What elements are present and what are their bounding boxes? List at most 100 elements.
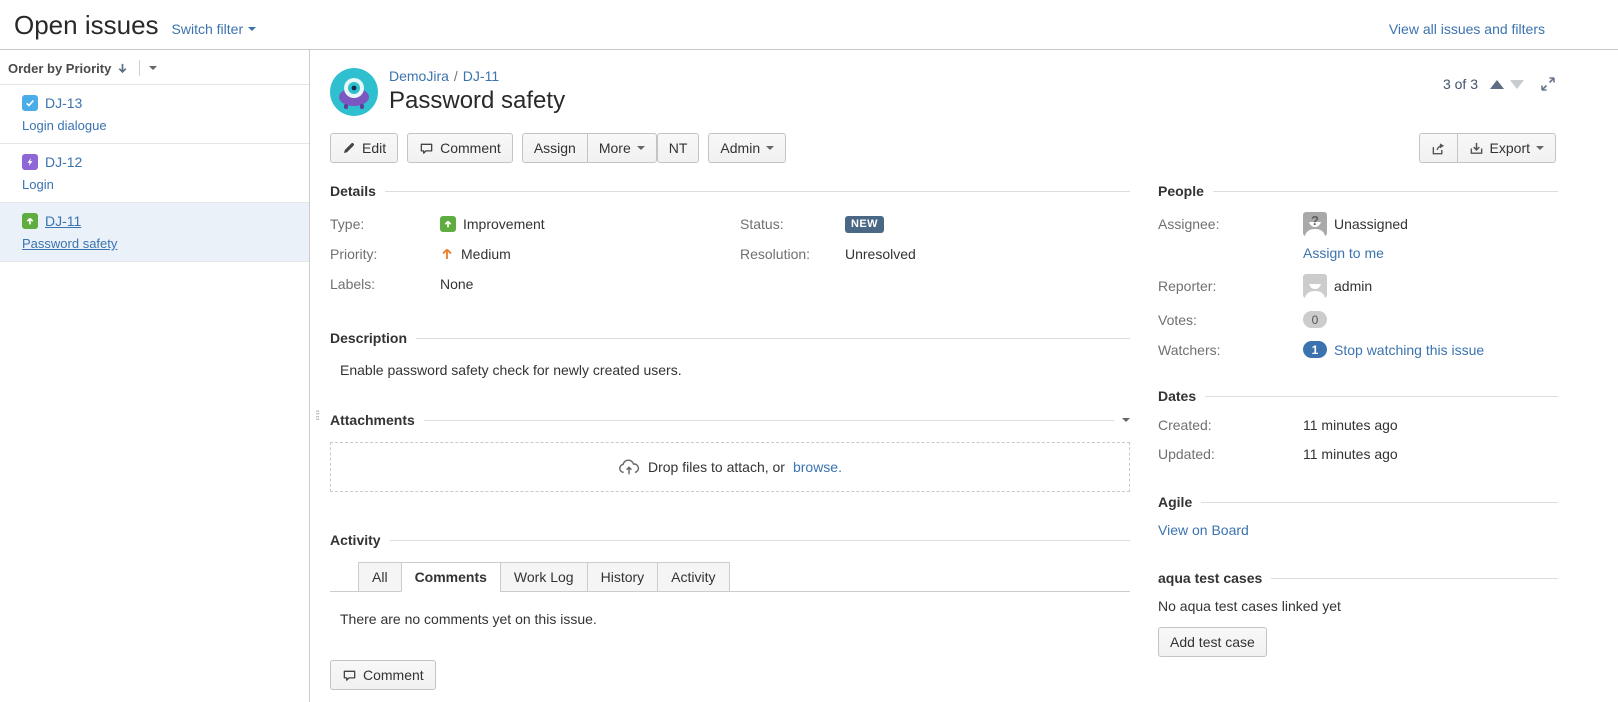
issue-list: DJ-13 Login dialogue DJ-12 Login [0,84,309,262]
attachments-dropzone[interactable]: Drop files to attach, or browse. [330,442,1130,492]
votes-badge[interactable]: 0 [1303,311,1327,328]
drag-handle-icon: ⁞⁞ [315,408,318,423]
issue-summary-link[interactable]: Login [22,177,299,192]
field-resolution: Resolution: Unresolved [740,244,1130,264]
order-by-label[interactable]: Order by Priority [8,61,111,76]
people-heading: People [1158,183,1204,199]
share-export-group: Export [1419,133,1556,163]
switch-filter-label: Switch filter [172,21,244,37]
assign-button[interactable]: Assign [522,133,588,163]
tab-work-log[interactable]: Work Log [500,562,588,592]
chevron-down-icon [766,146,774,150]
updated-value: 11 minutes ago [1303,446,1398,462]
issue-key: DJ-12 [45,154,82,170]
tab-activity[interactable]: Activity [657,562,729,592]
issue-summary-link[interactable]: Password safety [22,236,299,251]
order-options-caret-icon[interactable] [149,66,157,70]
field-status: Status: NEW [740,214,1130,234]
page-title: Open issues [14,10,159,40]
assign-label: Assign [534,140,576,156]
add-test-case-button[interactable]: Add test case [1158,627,1267,657]
issue-key: DJ-11 [45,213,81,229]
attachments-options-caret-icon[interactable] [1122,418,1130,422]
divider [1213,191,1558,192]
comment-button[interactable]: Comment [407,133,513,163]
issue-key-link[interactable]: DJ-13 [22,95,82,111]
edit-button[interactable]: Edit [330,133,398,163]
issue-summary-link[interactable]: Login dialogue [22,118,299,133]
tab-comments[interactable]: Comments [401,562,501,592]
more-button[interactable]: More [587,133,657,163]
edit-label: Edit [362,140,386,156]
divider [139,60,140,76]
aqua-test-cases-section: aqua test cases No aqua test cases linke… [1158,570,1558,657]
stop-watching-link[interactable]: Stop watching this issue [1334,342,1484,358]
tab-history[interactable]: History [587,562,659,592]
type-value: Improvement [463,216,545,232]
aqua-empty-text: No aqua test cases linked yet [1158,598,1558,614]
issue-detail-panel: DemoJira/DJ-11 Password safety 3 of 3 Ed… [310,50,1618,702]
details-heading: Details [330,183,376,199]
attachments-section-header: ⁞⁞ Attachments [330,412,1130,428]
divider [1201,502,1558,503]
issue-list-item[interactable]: DJ-13 Login dialogue [0,84,309,144]
breadcrumb-project-link[interactable]: DemoJira [389,68,449,84]
pencil-icon [342,141,356,155]
watchers-row: Watchers: 1 Stop watching this issue [1158,341,1558,358]
more-label: More [599,140,631,156]
issue-list-sidebar: Order by Priority DJ-13 Login dialogue [0,50,310,702]
switch-filter-link[interactable]: Switch filter [172,21,257,37]
assignee-label: Assignee: [1158,216,1303,232]
browse-link[interactable]: browse. [793,459,842,475]
votes-row: Votes: 0 [1158,311,1558,328]
export-button[interactable]: Export [1457,133,1556,163]
comment-bubble-icon [419,141,434,156]
divider [1271,578,1558,579]
previous-issue-button[interactable] [1490,80,1504,89]
question-mark-icon: ? [1303,213,1327,228]
divider [424,420,1114,421]
project-avatar[interactable] [330,68,378,116]
nt-button[interactable]: NT [657,133,700,163]
status-badge: NEW [845,216,884,233]
dates-section: Dates Created: 11 minutes ago Updated: 1… [1158,388,1558,462]
people-section: People Assignee: ? Unassigned Assign to … [1158,183,1558,358]
breadcrumb-issue-link[interactable]: DJ-11 [463,68,499,84]
unassigned-avatar: ? [1303,212,1327,236]
admin-label: Admin [720,140,760,156]
priority-medium-icon [440,247,454,261]
field-type: Type: Improvement [330,214,740,234]
attachments-heading: Attachments [330,412,415,428]
share-button[interactable] [1419,133,1458,163]
tab-all[interactable]: All [358,562,402,592]
issue-list-item[interactable]: DJ-12 Login [0,143,309,203]
status-label: Status: [740,216,845,232]
reporter-value: admin [1334,278,1372,294]
admin-button[interactable]: Admin [708,133,786,163]
view-all-issues-link[interactable]: View all issues and filters [1389,21,1545,37]
assign-to-me-link[interactable]: Assign to me [1303,245,1384,261]
details-fields: Type: Improvement Priority: [330,214,1130,304]
votes-label: Votes: [1158,312,1303,328]
assign-more-group: Assign More [522,133,657,163]
improvement-type-icon [22,213,38,229]
issue-key-link[interactable]: DJ-11 [22,213,81,229]
divider [390,540,1130,541]
issue-pager: 3 of 3 [1443,76,1556,92]
view-on-board-link[interactable]: View on Board [1158,522,1249,538]
comment-bubble-icon [342,668,357,683]
created-label: Created: [1158,417,1303,433]
add-comment-button[interactable]: Comment [330,660,436,690]
expand-icon[interactable] [1540,76,1556,92]
issue-key-link[interactable]: DJ-12 [22,154,82,170]
sort-direction-down-icon[interactable] [116,62,129,75]
updated-label: Updated: [1158,446,1303,462]
order-by-bar: Order by Priority [0,50,309,85]
nt-label: NT [669,140,688,156]
breadcrumb-separator: / [449,68,463,84]
watchers-badge[interactable]: 1 [1303,341,1327,358]
activity-heading: Activity [330,532,381,548]
updated-row: Updated: 11 minutes ago [1158,446,1558,462]
issue-list-item-selected[interactable]: DJ-11 Password safety [0,202,309,262]
page-header: Open issues Switch filter View all issue… [0,0,1618,50]
